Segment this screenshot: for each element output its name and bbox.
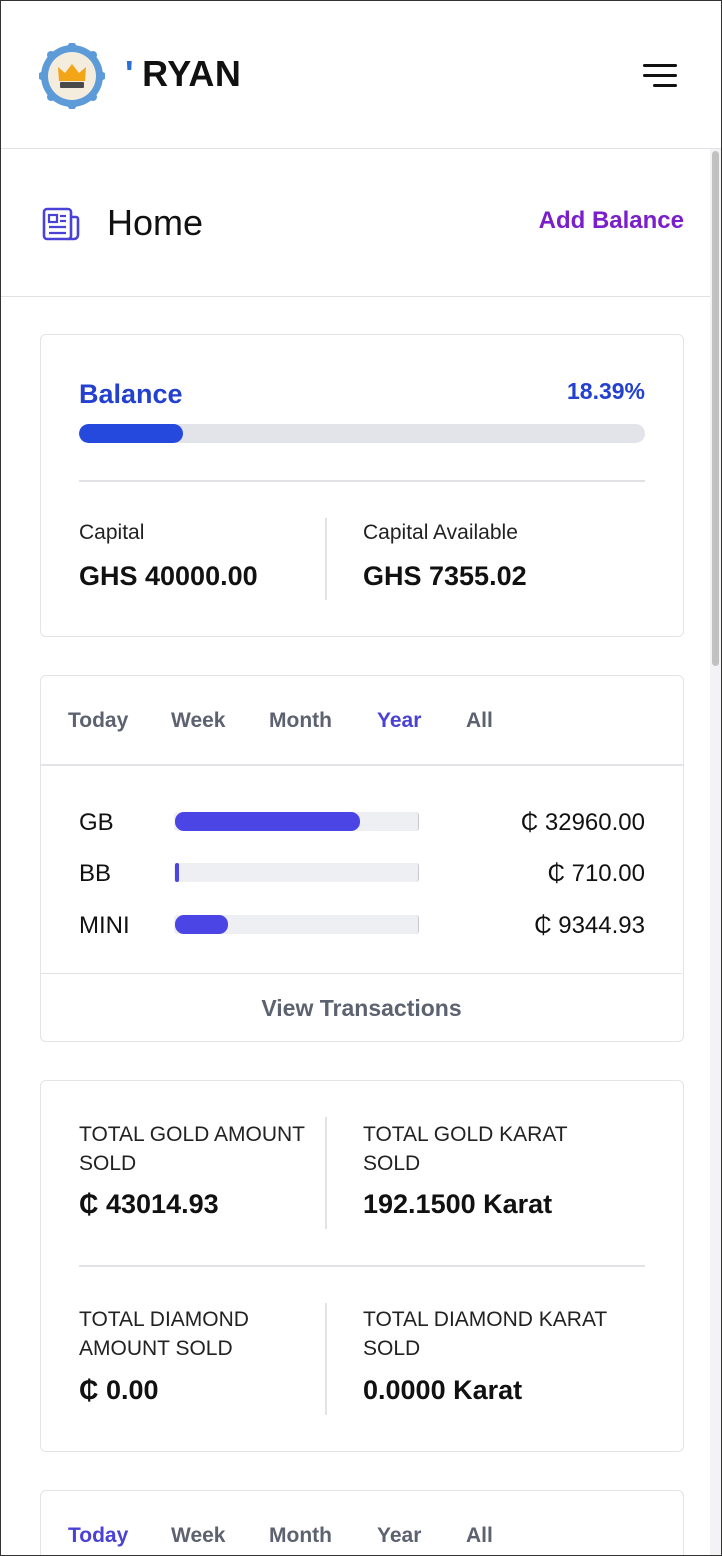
balance-progress-bar (79, 424, 645, 443)
tab-all[interactable]: All (466, 1524, 493, 1548)
capital-label: Capital (79, 521, 145, 544)
balance-title: Balance (79, 379, 183, 409)
row-label-gb: GB (79, 809, 114, 836)
balance-percent: 18.39% (566, 378, 645, 404)
capital-available-label: Capital Available (363, 521, 518, 544)
brand-name: ' RYAN (125, 53, 241, 95)
tab-today[interactable]: Today (68, 709, 128, 733)
scrollbar-thumb[interactable] (712, 151, 719, 666)
total-gold-karat-label: TOTAL GOLD KARAT SOLD (363, 1123, 568, 1175)
brand-text: RYAN (142, 53, 242, 94)
totals-card: TOTAL GOLD AMOUNT SOLD ₵ 43014.93 TOTAL … (40, 1080, 684, 1452)
row-value-mini: ₵ 9344.93 (534, 912, 645, 939)
tab-today[interactable]: Today (68, 1524, 128, 1548)
divider (325, 518, 327, 600)
capital-available-value: GHS 7355.02 (363, 561, 527, 591)
row-bar-fill (175, 812, 360, 831)
divider (79, 480, 645, 482)
top-bar: ' RYAN (1, 1, 721, 149)
breakdown-card: GB ₵ 32960.00 BB ₵ 710.00 MINI ₵ 9344.93… (40, 765, 684, 1042)
tab-year[interactable]: Year (377, 1524, 421, 1548)
capital-value: GHS 40000.00 (79, 561, 258, 591)
total-gold-amount-value: ₵ 43014.93 (79, 1189, 219, 1219)
tab-all[interactable]: All (466, 709, 493, 733)
view-transactions-button[interactable]: View Transactions (41, 973, 682, 1041)
row-bar-bb (174, 863, 419, 882)
page-title: Home (107, 202, 204, 243)
balance-progress-fill (79, 424, 184, 443)
total-diamond-karat-value: 0.0000 Karat (363, 1375, 523, 1405)
crown-badge-icon[interactable] (39, 43, 105, 109)
tab-month[interactable]: Month (269, 709, 332, 733)
total-gold-amount-label: TOTAL GOLD AMOUNT SOLD (79, 1123, 305, 1175)
period-tabs-2: Today Week Month Year All (40, 1490, 684, 1555)
divider (325, 1117, 327, 1229)
page-header: Home Add Balance (1, 150, 710, 297)
period-tabs: Today Week Month Year All (40, 675, 684, 765)
row-label-mini: MINI (79, 912, 130, 939)
brand-mark: ' (125, 53, 135, 94)
total-diamond-amount-label: TOTAL DIAMOND AMOUNT SOLD (79, 1308, 249, 1360)
tab-week[interactable]: Week (171, 1524, 225, 1548)
balance-card: Balance 18.39% Capital GHS 40000.00 Capi… (40, 334, 684, 637)
news-icon (42, 207, 80, 241)
hamburger-menu-icon[interactable] (641, 61, 677, 91)
total-diamond-amount-value: ₵ 0.00 (79, 1375, 159, 1405)
divider (325, 1303, 327, 1415)
row-value-bb: ₵ 710.00 (547, 860, 645, 887)
tab-year[interactable]: Year (377, 709, 421, 733)
tab-month[interactable]: Month (269, 1524, 332, 1548)
app-frame: ' RYAN Home Add Balance Balance 18.39% C… (0, 0, 722, 1556)
total-gold-karat-value: 192.1500 Karat (363, 1189, 553, 1219)
row-label-bb: BB (79, 860, 112, 887)
row-bar-gb (174, 812, 419, 831)
row-bar-mini (174, 915, 419, 934)
row-bar-fill (175, 915, 228, 934)
divider (79, 1265, 645, 1267)
total-diamond-karat-label: TOTAL DIAMOND KARAT SOLD (363, 1308, 607, 1360)
add-balance-button[interactable]: Add Balance (539, 207, 684, 235)
row-value-gb: ₵ 32960.00 (520, 809, 645, 836)
tab-week[interactable]: Week (171, 709, 225, 733)
row-bar-fill (175, 863, 179, 882)
